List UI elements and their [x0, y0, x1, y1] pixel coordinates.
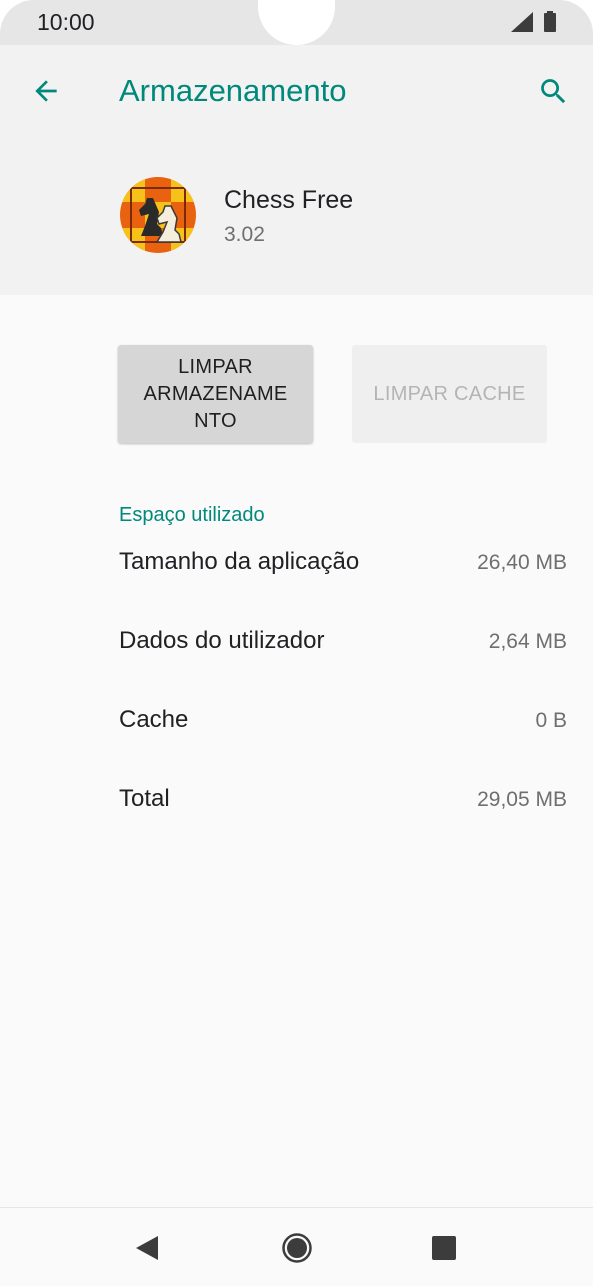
- section-title: Espaço utilizado: [119, 504, 265, 526]
- status-time: 10:00: [37, 9, 95, 35]
- clear-storage-label-line: NTO: [194, 409, 237, 432]
- row-value: 0 B: [535, 709, 567, 732]
- row-value: 26,40 MB: [477, 551, 567, 574]
- storage-row-user-data: Dados do utilizador 2,64 MB: [119, 627, 567, 661]
- app-version: 3.02: [224, 223, 265, 246]
- search-icon[interactable]: [537, 75, 570, 108]
- clear-storage-label-line: ARMAZENAME: [143, 382, 288, 405]
- storage-row-cache: Cache 0 B: [119, 706, 567, 740]
- nav-recents-icon[interactable]: [432, 1236, 456, 1260]
- clear-cache-label: LIMPAR CACHE: [373, 382, 526, 405]
- row-label: Dados do utilizador: [119, 627, 325, 654]
- row-label: Tamanho da aplicação: [119, 548, 360, 575]
- row-value: 29,05 MB: [477, 788, 567, 811]
- clear-cache-button[interactable]: LIMPAR CACHE: [352, 345, 547, 443]
- arrow-left-icon[interactable]: [30, 75, 62, 107]
- battery-icon: [544, 11, 556, 32]
- storage-row-app-size: Tamanho da aplicação 26,40 MB: [119, 548, 567, 582]
- row-label: Total: [119, 785, 170, 812]
- nav-home-icon[interactable]: [281, 1232, 313, 1264]
- camera-notch: [258, 0, 335, 45]
- app-name: Chess Free: [224, 186, 354, 214]
- screen: 10:00 Armazenamento Chess Free 3.02 LIMP…: [0, 0, 593, 1286]
- status-bar: 10:00: [0, 0, 593, 45]
- cell-signal-icon: [511, 12, 533, 32]
- storage-row-total: Total 29,05 MB: [119, 785, 567, 819]
- nav-back-icon[interactable]: [134, 1234, 160, 1262]
- page-title: Armazenamento: [119, 73, 347, 108]
- clear-storage-label-line: LIMPAR: [178, 355, 253, 378]
- clear-storage-button[interactable]: LIMPAR ARMAZENAME NTO: [118, 345, 313, 443]
- clear-storage-label: LIMPAR ARMAZENAME NTO: [143, 354, 287, 435]
- app-header: Armazenamento Chess Free 3.02: [0, 45, 593, 295]
- row-value: 2,64 MB: [488, 630, 567, 653]
- row-label: Cache: [119, 706, 189, 733]
- chess-knight-icon: [120, 177, 196, 253]
- system-nav-bar: [0, 1207, 593, 1286]
